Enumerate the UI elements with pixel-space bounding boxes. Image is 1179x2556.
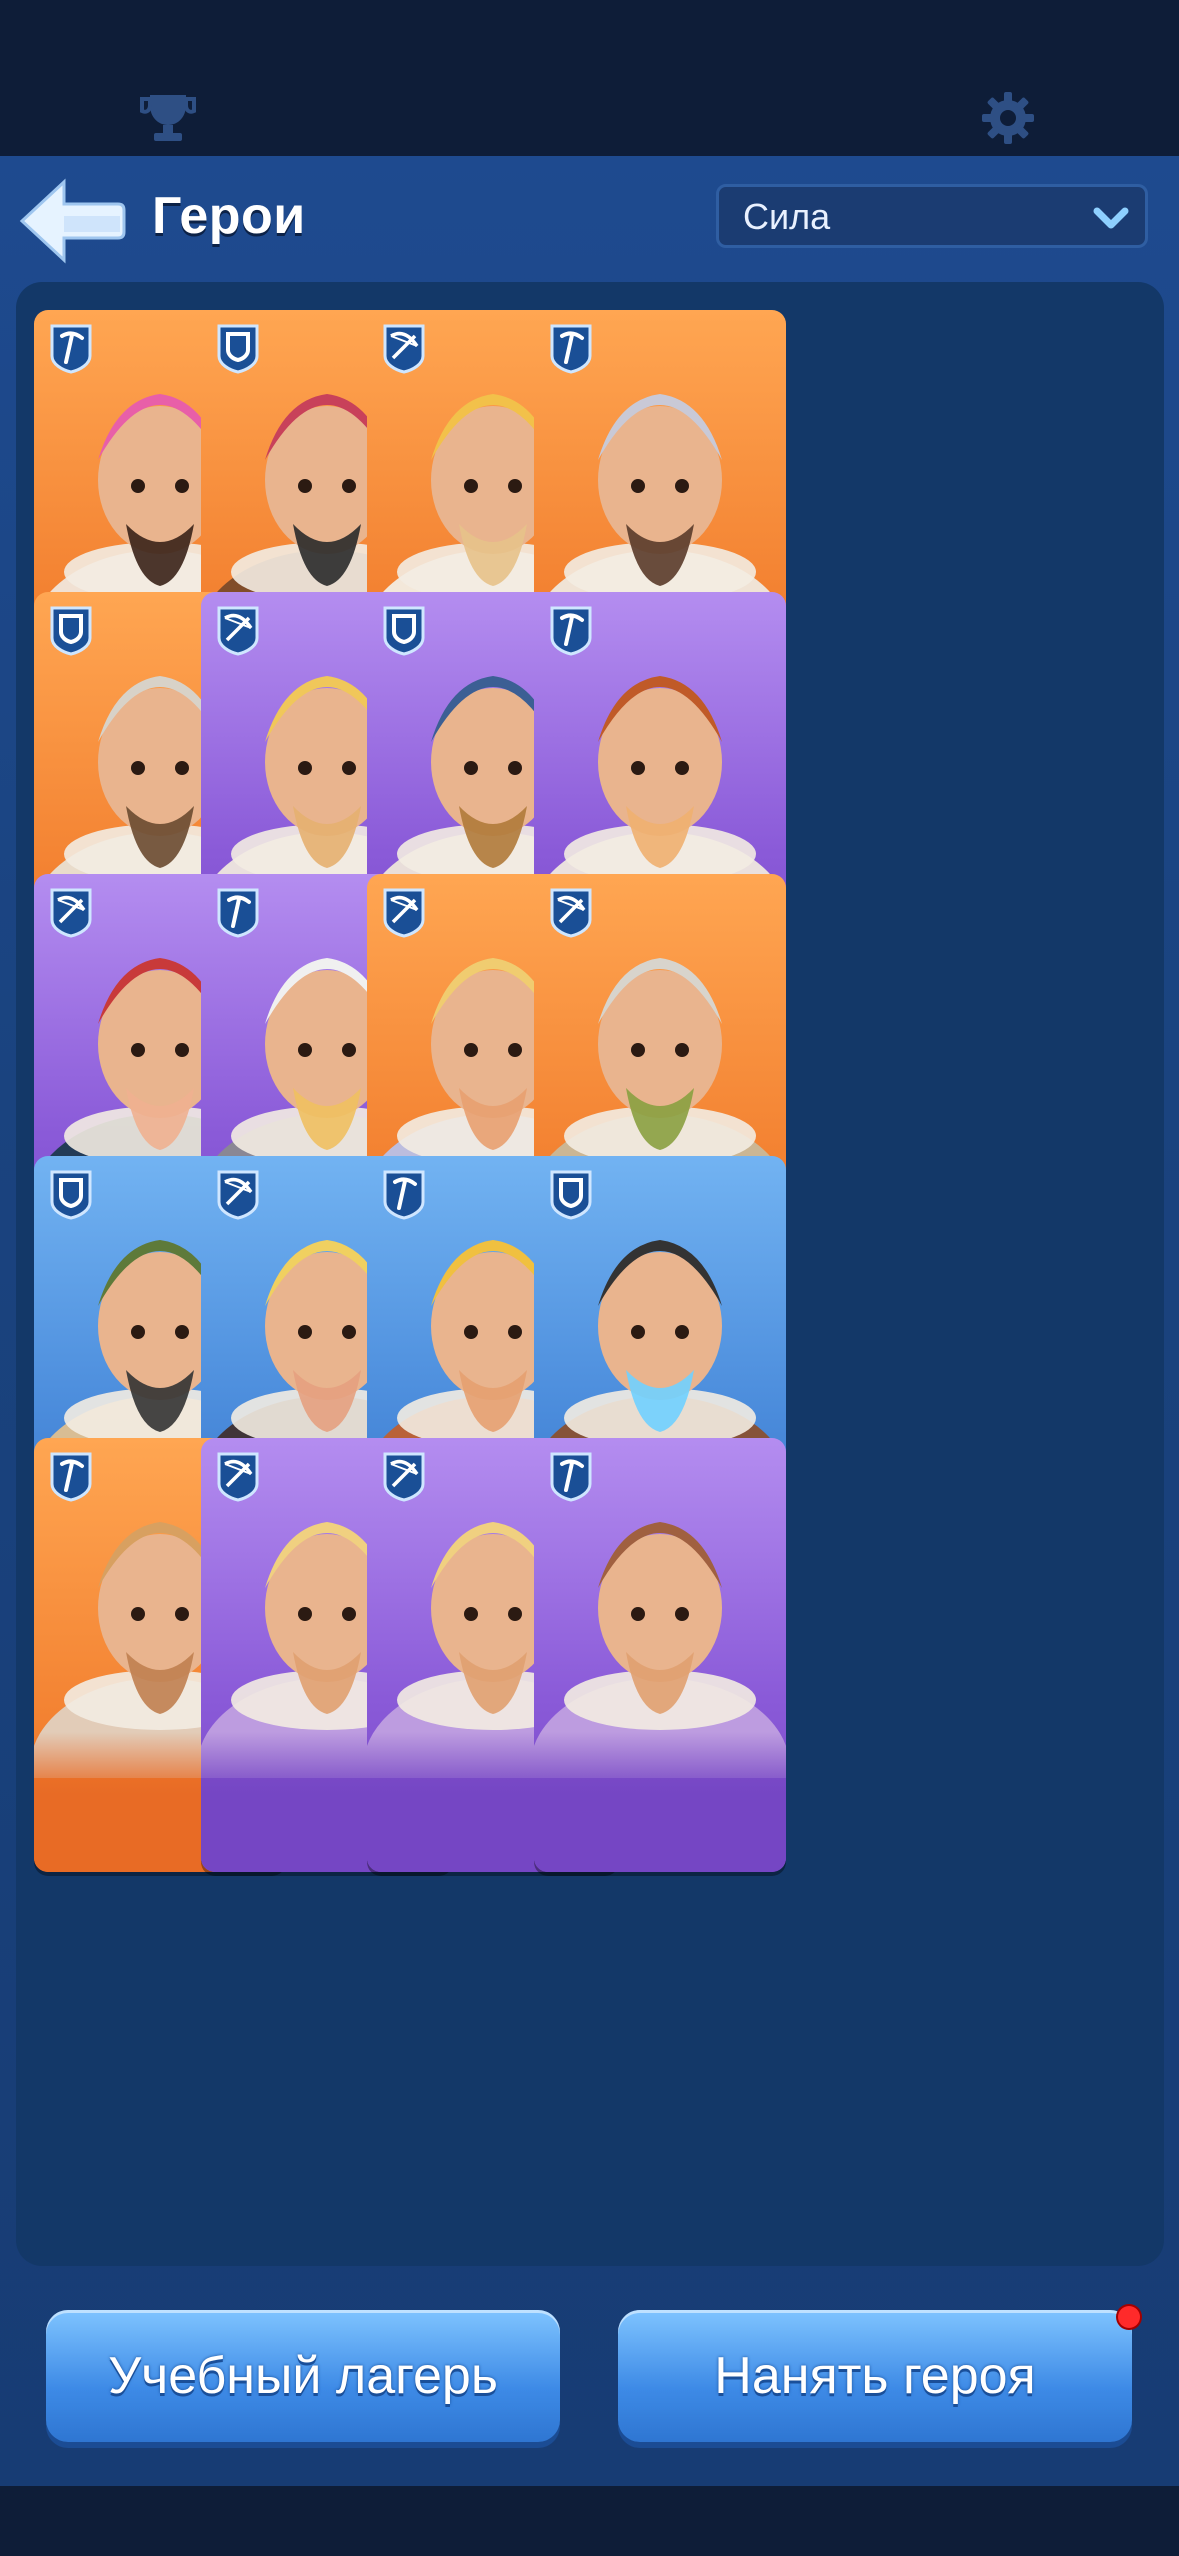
- crossbow-role-icon: [548, 886, 594, 938]
- crossbow-role-icon: [215, 1450, 261, 1502]
- sort-dropdown-value: Сила: [743, 196, 831, 237]
- crossbow-role-icon: [215, 1168, 261, 1220]
- bottom-bar: [0, 2486, 1179, 2556]
- back-button[interactable]: [16, 176, 126, 266]
- pickaxe-role-icon: [381, 1168, 427, 1220]
- crossbow-role-icon: [381, 1450, 427, 1502]
- back-arrow-icon: [19, 178, 126, 264]
- card-fade: [534, 1732, 786, 1872]
- pickaxe-role-icon: [48, 322, 94, 374]
- hero-grid-container[interactable]: S3Ур. 80Ур. 80Ур. 80Ур. 80S3Ур. 80Ур. 80…: [16, 282, 1164, 2266]
- crossbow-role-icon: [381, 886, 427, 938]
- hero-grid: S3Ур. 80Ур. 80Ур. 80Ур. 80S3Ур. 80Ур. 80…: [16, 282, 1164, 2222]
- bottom-buttons: Учебный лагерь Нанять героя: [0, 2296, 1179, 2456]
- shield-role-icon: [215, 322, 261, 374]
- hire-hero-button[interactable]: Нанять героя: [618, 2310, 1132, 2442]
- gear-icon[interactable]: [978, 88, 1038, 148]
- shield-role-icon: [48, 604, 94, 656]
- crossbow-role-icon: [48, 886, 94, 938]
- training-camp-button[interactable]: Учебный лагерь: [46, 2310, 560, 2442]
- page-title: Герои: [152, 187, 306, 245]
- crossbow-role-icon: [215, 604, 261, 656]
- notification-dot: [1118, 2306, 1140, 2328]
- pickaxe-role-icon: [548, 604, 594, 656]
- sort-dropdown[interactable]: Сила: [716, 184, 1148, 248]
- top-bar: [0, 0, 1179, 156]
- pickaxe-role-icon: [48, 1450, 94, 1502]
- heroes-panel: Герои Сила S3Ур. 80Ур. 80Ур. 80Ур. 80S3У…: [0, 156, 1179, 2486]
- pickaxe-role-icon: [548, 1450, 594, 1502]
- trophy-icon[interactable]: [138, 88, 198, 148]
- hero-card[interactable]: [534, 1438, 786, 1872]
- shield-role-icon: [48, 1168, 94, 1220]
- pickaxe-role-icon: [548, 322, 594, 374]
- shield-role-icon: [381, 604, 427, 656]
- pickaxe-role-icon: [215, 886, 261, 938]
- crossbow-role-icon: [381, 322, 427, 374]
- header: Герои Сила: [0, 156, 1179, 276]
- chevron-down-icon: [1093, 207, 1129, 229]
- shield-role-icon: [548, 1168, 594, 1220]
